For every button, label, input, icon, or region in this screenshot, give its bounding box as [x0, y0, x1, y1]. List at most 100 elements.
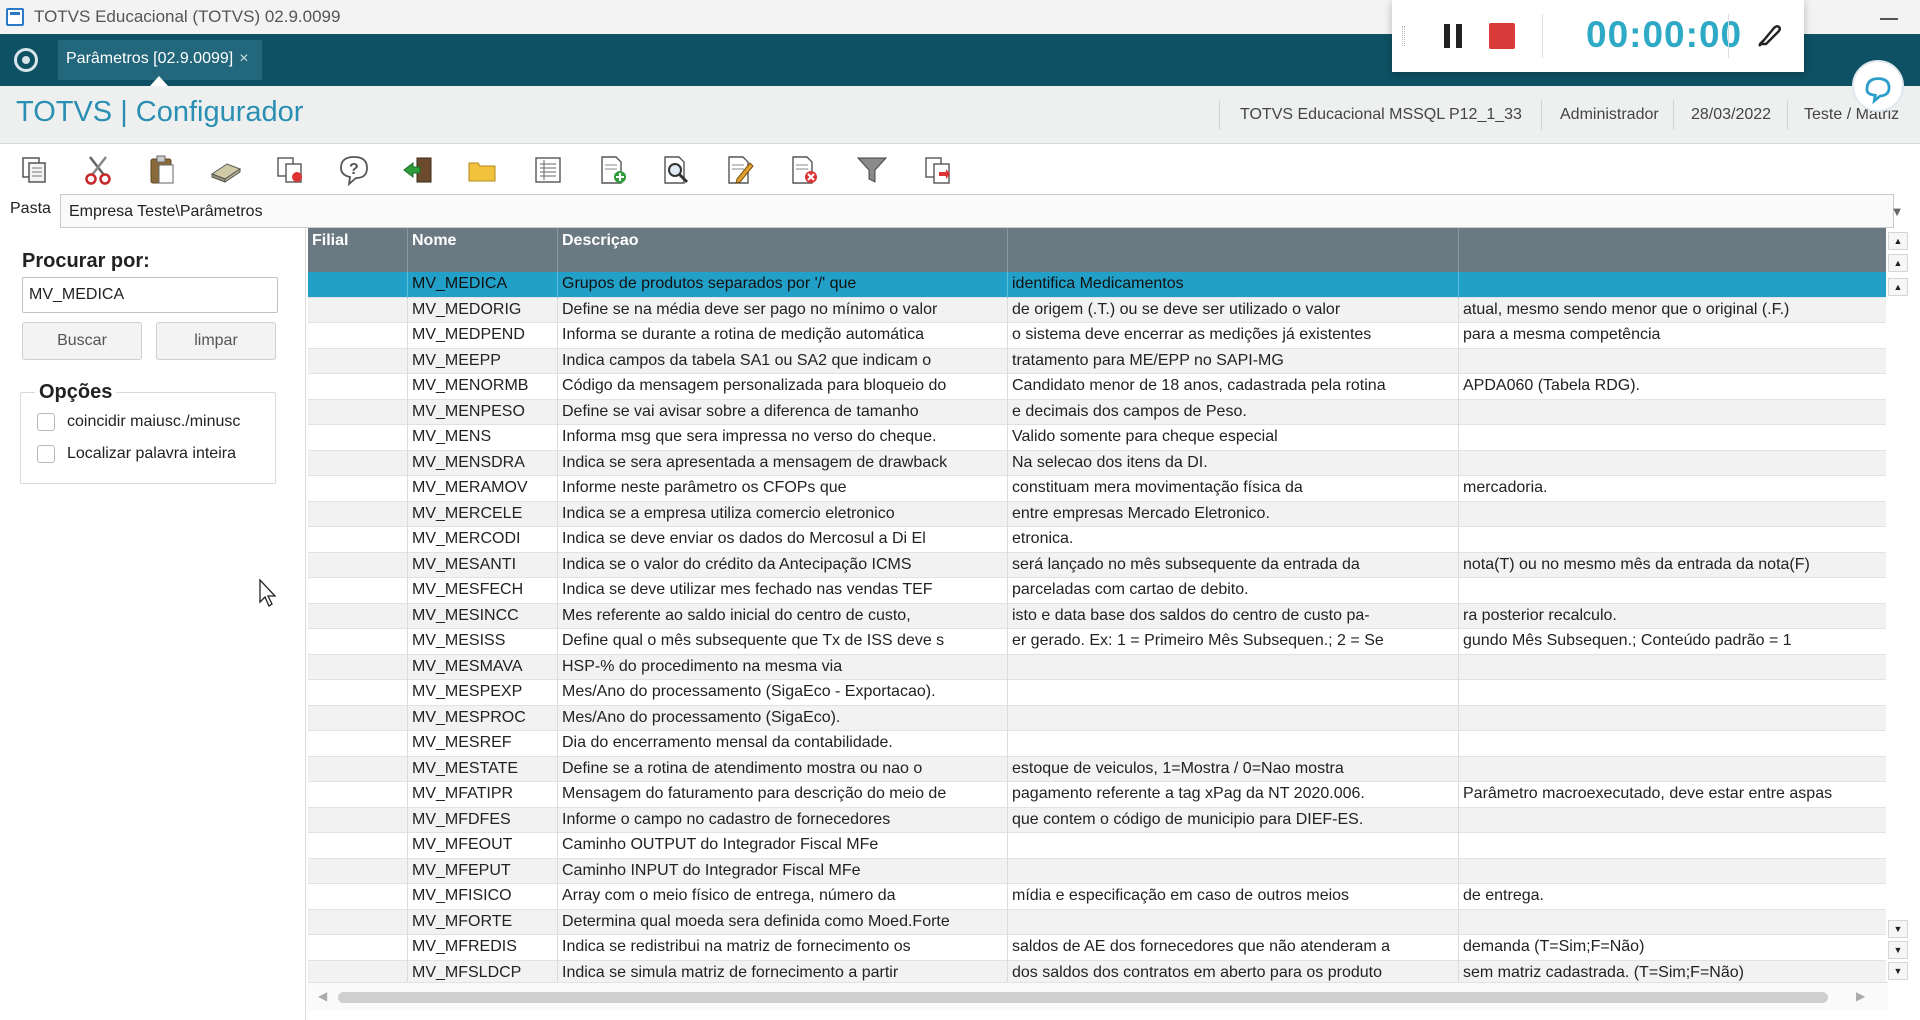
- mouse-cursor-icon: [259, 578, 277, 607]
- horizontal-scroll-thumb[interactable]: [338, 992, 1828, 1003]
- paste-icon[interactable]: [142, 150, 182, 190]
- cell-descricao: Indica se a empresa utiliza comercio ele…: [558, 501, 1008, 527]
- cell-descricao-3: [1459, 808, 1886, 834]
- column-header-descricao-3[interactable]: [1459, 228, 1886, 272]
- column-header-descricao-2[interactable]: [1008, 228, 1459, 272]
- clear-button[interactable]: limpar: [156, 322, 276, 360]
- scroll-page-up-icon[interactable]: ▲: [1888, 254, 1908, 272]
- table-row[interactable]: MV_MFEOUT Caminho OUTPUT do Integrador Fi…: [308, 833, 1886, 859]
- table-row[interactable]: MV_MFDFES Informe o campo no cadastro de …: [308, 807, 1886, 834]
- table-row[interactable]: MV_MENSDRA Indica se sera apresentada a m…: [308, 450, 1886, 476]
- cell-nome: MV_MESPROC: [408, 705, 558, 731]
- table-row[interactable]: MV_MESANTI Indica se o valor do crédito d…: [308, 552, 1886, 578]
- minimize-icon[interactable]: [1880, 18, 1898, 20]
- table-row[interactable]: MV_MESTATE Define se a rotina de atendime…: [308, 756, 1886, 783]
- scroll-up-icon[interactable]: ▲: [1888, 278, 1908, 296]
- scroll-page-down-icon[interactable]: ▼: [1888, 941, 1908, 959]
- cell-descricao-2: dos saldos dos contratos em aberto para …: [1008, 960, 1459, 982]
- cell-descricao: Indica se simula matriz de fornecimento …: [558, 960, 1008, 982]
- stop-icon[interactable]: [1489, 23, 1515, 49]
- table-row[interactable]: MV_MESFECH Indica se deve utilizar mes fe…: [308, 578, 1886, 604]
- option-whole-word[interactable]: Localizar palavra inteira: [37, 445, 236, 463]
- drag-handle-icon[interactable]: [1402, 26, 1405, 46]
- table-row[interactable]: MV_MEDPEND Informa se durante a rotina de…: [308, 323, 1886, 349]
- pen-icon[interactable]: [1754, 20, 1784, 50]
- table-row[interactable]: MV_MESREF Dia do encerramento mensal da c…: [308, 731, 1886, 757]
- search-button[interactable]: Buscar: [22, 322, 142, 360]
- tab-close-icon[interactable]: ×: [239, 50, 248, 67]
- vertical-scrollbar[interactable]: ▲ ▲ ▲ ▼ ▼ ▼: [1888, 228, 1910, 982]
- help-icon[interactable]: ?: [334, 150, 374, 190]
- search-panel: Procurar por: Buscar limpar Opções coinc…: [0, 228, 306, 1020]
- delete-document-icon[interactable]: [784, 150, 824, 190]
- table-row[interactable]: MV_MFEPUT Caminho INPUT do Integrador Fis…: [308, 858, 1886, 884]
- scroll-right-icon[interactable]: ▶: [1856, 989, 1865, 1003]
- cell-descricao: Mes/Ano do processamento (SigaEco).: [558, 705, 1008, 731]
- match-case-checkbox[interactable]: [37, 413, 55, 431]
- cell-descricao-3: [1459, 757, 1886, 783]
- eraser-icon[interactable]: [206, 150, 246, 190]
- export-icon[interactable]: [918, 150, 958, 190]
- search-document-icon[interactable]: [656, 150, 696, 190]
- table-row[interactable]: MV_MFORTE Determina qual moeda sera defin…: [308, 909, 1886, 935]
- chat-icon[interactable]: [1852, 60, 1904, 112]
- environment-label: TOTVS Educacional MSSQL P12_1_33: [1240, 106, 1522, 123]
- add-document-icon[interactable]: [592, 150, 632, 190]
- cell-descricao-3: ra posterior recalculo.: [1463, 606, 1617, 624]
- horizontal-scrollbar[interactable]: ◀ ▶: [308, 982, 1888, 1010]
- search-input[interactable]: [22, 277, 278, 313]
- table-row[interactable]: MV_MESPEXP Mes/Ano do processamento (Siga…: [308, 680, 1886, 706]
- table-row[interactable]: MV_MEDICA Grupos de produtos separados po…: [308, 272, 1886, 298]
- cell-descricao-3: [1459, 680, 1886, 706]
- cell-descricao-2: tratamento para ME/EPP no SAPI-MG: [1008, 348, 1459, 374]
- scroll-left-icon[interactable]: ◀: [318, 989, 327, 1003]
- pause-icon[interactable]: [1442, 24, 1464, 48]
- column-header-filial[interactable]: Filial: [308, 228, 408, 272]
- duplicate-icon[interactable]: [270, 150, 310, 190]
- edit-document-icon[interactable]: [720, 150, 760, 190]
- tab-parametros[interactable]: Parâmetros [02.9.0099] ×: [58, 40, 262, 80]
- chevron-down-icon[interactable]: ▼: [1880, 194, 1914, 228]
- table-row[interactable]: MV_MESMAVA HSP-% do procedimento na mesma…: [308, 654, 1886, 680]
- table-row[interactable]: MV_MERCODI Indica se deve enviar os dados…: [308, 527, 1886, 553]
- folder-icon[interactable]: [462, 150, 502, 190]
- copy-icon[interactable]: [14, 150, 54, 190]
- parameters-grid: Filial Nome Descriçao MV_MEDICA Grupos de…: [308, 228, 1886, 982]
- column-header-descricao[interactable]: Descriçao: [558, 228, 1008, 272]
- scroll-down-icon[interactable]: ▼: [1888, 920, 1908, 938]
- table-row[interactable]: MV_MESISS Define qual o mês subsequente q…: [308, 629, 1886, 655]
- exit-icon[interactable]: [398, 150, 438, 190]
- column-header-nome[interactable]: Nome: [408, 228, 558, 272]
- list-icon[interactable]: [528, 150, 568, 190]
- cell-filial: [308, 858, 408, 884]
- scroll-bottom-icon[interactable]: ▼: [1888, 962, 1908, 980]
- table-row[interactable]: MV_MFREDIS Indica se redistribui na matri…: [308, 935, 1886, 961]
- table-row[interactable]: MV_MFATIPR Mensagem do faturamento para d…: [308, 782, 1886, 808]
- cell-descricao-2: constituam mera movimentação física da: [1008, 476, 1459, 502]
- home-icon[interactable]: [14, 48, 38, 72]
- whole-word-checkbox[interactable]: [37, 445, 55, 463]
- cell-descricao-3: mercadoria.: [1463, 479, 1548, 496]
- table-row[interactable]: MV_MENORMB Código da mensagem personaliza…: [308, 374, 1886, 400]
- tab-label: Parâmetros [02.9.0099]: [66, 50, 234, 67]
- cut-icon[interactable]: [78, 150, 118, 190]
- option-match-case[interactable]: coincidir maiusc./minusc: [37, 413, 240, 431]
- filter-icon[interactable]: [852, 150, 892, 190]
- grid-header: Filial Nome Descriçao: [308, 228, 1886, 272]
- table-row[interactable]: MV_MERCELE Indica se a empresa utiliza co…: [308, 501, 1886, 527]
- table-row[interactable]: MV_MFSLDCP Indica se simula matriz de for…: [308, 960, 1886, 982]
- table-row[interactable]: MV_MEEPP Indica campos da tabela SA1 ou S…: [308, 348, 1886, 374]
- cell-descricao-2: estoque de veiculos, 1=Mostra / 0=Nao mo…: [1008, 756, 1459, 782]
- cell-descricao-2: etronica.: [1008, 527, 1459, 553]
- table-row[interactable]: MV_MEDORIG Define se na média deve ser pa…: [308, 297, 1886, 323]
- table-row[interactable]: MV_MESPROC Mes/Ano do processamento (Siga…: [308, 705, 1886, 731]
- table-row[interactable]: MV_MERAMOV Informe neste parâmetro os CFO…: [308, 476, 1886, 502]
- cell-descricao: Informa msg que sera impressa no verso d…: [558, 425, 1008, 451]
- folder-path-select[interactable]: Empresa Teste\Parâmetros: [60, 194, 1894, 228]
- cell-descricao: Dia do encerramento mensal da contabilid…: [558, 731, 1008, 757]
- table-row[interactable]: MV_MENS Informa msg que sera impressa no …: [308, 425, 1886, 451]
- scroll-top-icon[interactable]: ▲: [1888, 232, 1908, 250]
- table-row[interactable]: MV_MENPESO Define se vai avisar sobre a d…: [308, 399, 1886, 425]
- table-row[interactable]: MV_MESINCC Mes referente ao saldo inicial…: [308, 603, 1886, 629]
- table-row[interactable]: MV_MFISICO Array com o meio físico de ent…: [308, 884, 1886, 910]
